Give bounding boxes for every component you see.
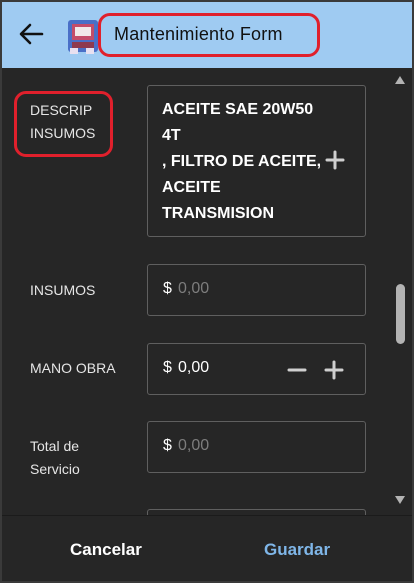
descrip-insumos-line: TRANSMISION (162, 205, 274, 222)
insumos-label: INSUMOS (30, 282, 96, 298)
total-servicio-label-line1: Total de (30, 438, 80, 454)
app-logo-icon (68, 20, 98, 54)
currency-prefix: $ (163, 359, 172, 376)
minus-icon[interactable] (286, 359, 308, 381)
save-button[interactable]: Guardar (264, 540, 330, 560)
descrip-insumos-label-line1: DESCRIP (30, 102, 93, 118)
plus-icon[interactable] (324, 149, 346, 171)
page-title: Mantenimiento Form (114, 24, 283, 44)
descrip-insumos-value: ACEITE SAE 20W50 4T , FILTRO DE ACEITE, … (162, 97, 321, 227)
descrip-insumos-line: 4T (162, 127, 181, 144)
scrollbar-thumb[interactable] (396, 284, 405, 344)
descrip-insumos-field[interactable]: ACEITE SAE 20W50 4T , FILTRO DE ACEITE, … (147, 85, 366, 237)
form-footer: Cancelar Guardar (2, 515, 412, 581)
scroll-down-arrow-icon[interactable] (395, 496, 405, 504)
total-servicio-field[interactable]: $ 0,00 (147, 421, 366, 473)
arrow-left-icon[interactable] (16, 19, 46, 49)
currency-prefix: $ (163, 280, 172, 297)
app-window: Mantenimiento Form DESCRIP INSUMOS ACEIT… (0, 0, 414, 583)
scroll-up-arrow-icon[interactable] (395, 76, 405, 84)
descrip-insumos-label: DESCRIP INSUMOS (30, 99, 95, 145)
total-servicio-label-line2: Servicio (30, 461, 80, 477)
mano-obra-value: 0,00 (178, 359, 210, 376)
insumos-field[interactable]: $ 0,00 (147, 264, 366, 316)
descrip-insumos-label-line2: INSUMOS (30, 125, 96, 141)
plus-icon[interactable] (323, 359, 345, 381)
cancel-button[interactable]: Cancelar (70, 540, 142, 560)
total-servicio-placeholder: 0,00 (178, 437, 210, 454)
descrip-insumos-line: ACEITE (162, 179, 221, 196)
mano-obra-field[interactable]: $ 0,00 (147, 343, 366, 395)
total-servicio-label: Total de Servicio (30, 435, 80, 481)
mano-obra-label: MANO OBRA (30, 360, 116, 376)
app-header: Mantenimiento Form (2, 2, 412, 68)
insumos-placeholder: 0,00 (178, 280, 210, 297)
descrip-insumos-line: , FILTRO DE ACEITE, (162, 153, 322, 170)
descrip-insumos-line: ACEITE SAE 20W50 (162, 101, 314, 118)
form-content: DESCRIP INSUMOS ACEITE SAE 20W50 4T , FI… (2, 68, 412, 515)
currency-prefix: $ (163, 437, 172, 454)
